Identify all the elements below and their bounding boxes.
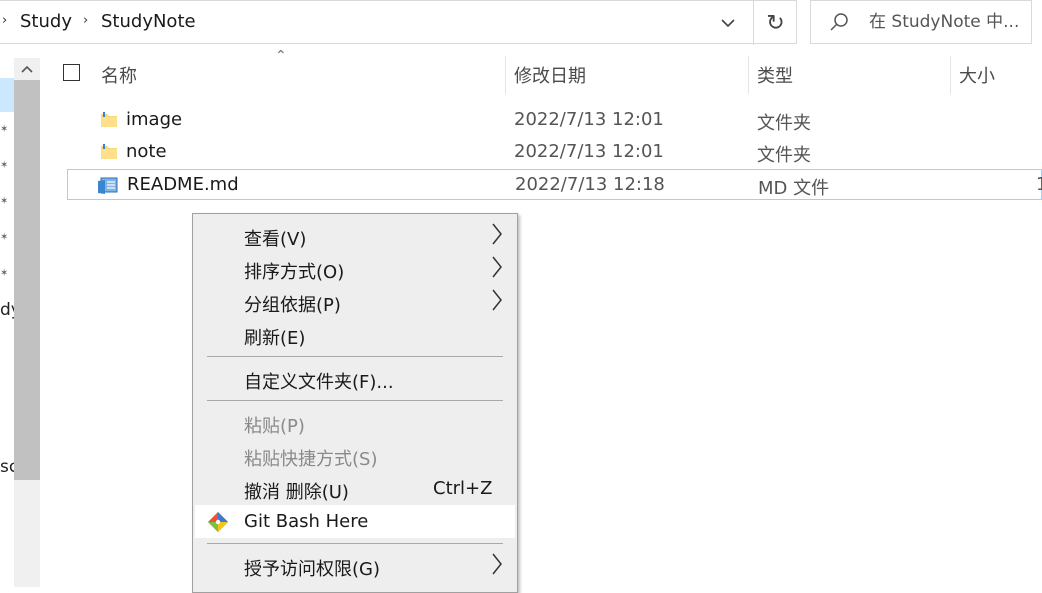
menu-item-label: 排序方式(O) (244, 262, 345, 283)
menu-item-paste-shortcut[interactable]: 粘贴快捷方式(S) (195, 439, 515, 472)
git-bash-icon (207, 511, 229, 533)
file-date: 2022/7/13 12:18 (515, 174, 665, 195)
breadcrumb-study[interactable]: Study (20, 11, 72, 32)
column-header-date[interactable]: 修改日期 (514, 62, 586, 88)
menu-item-sort[interactable]: 排序方式(O) (195, 252, 515, 285)
md-file-icon (97, 175, 118, 195)
file-type: 文件夹 (757, 145, 811, 166)
file-row-note[interactable]: note 2022/7/13 12:01 文件夹 (67, 137, 1042, 168)
search-box[interactable] (810, 0, 1032, 44)
menu-item-label: 粘贴快捷方式(S) (244, 449, 378, 470)
file-size: 1 (1036, 174, 1042, 195)
menu-item-label: 自定义文件夹(F)... (244, 372, 394, 393)
column-header-name[interactable]: 名称 (101, 62, 137, 88)
scroll-up-icon[interactable] (14, 58, 40, 80)
menu-item-refresh[interactable]: 刷新(E) (195, 318, 515, 351)
file-type: MD 文件 (758, 178, 830, 199)
menu-item-view[interactable]: 查看(V) (195, 219, 515, 252)
menu-separator (207, 400, 503, 401)
menu-item-grant-access[interactable]: 授予访问权限(G) (195, 549, 515, 582)
pin-icon: ✶ (0, 124, 9, 135)
menu-item-label: 粘贴(P) (244, 416, 305, 437)
refresh-icon[interactable]: ↻ (753, 1, 797, 45)
column-divider[interactable] (748, 56, 749, 94)
column-divider[interactable] (505, 56, 506, 94)
chevron-right-icon (491, 552, 503, 576)
menu-item-label: 查看(V) (244, 229, 307, 250)
search-icon (829, 12, 849, 32)
file-date: 2022/7/13 12:01 (514, 141, 664, 162)
breadcrumb-studynote[interactable]: StudyNote (101, 11, 196, 32)
address-bar[interactable]: › Study › StudyNote ↻ (0, 0, 797, 45)
column-header-type[interactable]: 类型 (757, 62, 793, 88)
pin-icon: ✶ (0, 268, 9, 279)
menu-separator (207, 543, 503, 544)
menu-item-label: 刷新(E) (244, 328, 306, 349)
breadcrumb-separator-icon[interactable]: › (2, 13, 7, 28)
select-all-checkbox[interactable] (63, 64, 80, 81)
file-type: 文件夹 (757, 113, 811, 134)
file-date: 2022/7/13 12:01 (514, 109, 664, 130)
pin-icon: ✶ (0, 196, 9, 207)
menu-item-label: Git Bash Here (244, 511, 369, 532)
pin-icon: ✶ (0, 232, 9, 243)
column-header-size[interactable]: 大小 (959, 62, 995, 88)
menu-item-undo-delete[interactable]: 撤消 删除(U) Ctrl+Z (195, 472, 515, 505)
menu-item-customize-folder[interactable]: 自定义文件夹(F)... (195, 362, 515, 395)
column-divider[interactable] (950, 56, 951, 94)
nav-scrollbar-thumb[interactable] (14, 80, 40, 480)
file-name[interactable]: README.md (127, 174, 239, 195)
file-name[interactable]: image (126, 109, 182, 130)
chevron-right-icon (491, 288, 503, 312)
sort-ascending-icon: ⌃ (275, 48, 287, 64)
menu-item-label: 分组依据(P) (244, 295, 341, 316)
breadcrumb-separator-icon[interactable]: › (83, 13, 88, 28)
chevron-right-icon (491, 222, 503, 246)
menu-item-label: 撤消 删除(U) (244, 482, 349, 503)
file-row-image[interactable]: image 2022/7/13 12:01 文件夹 (67, 105, 1042, 136)
menu-item-paste[interactable]: 粘贴(P) (195, 406, 515, 439)
menu-item-git-bash-here[interactable]: Git Bash Here (195, 505, 515, 538)
pin-icon: ✶ (0, 160, 9, 171)
nav-pane-selection[interactable] (0, 78, 14, 112)
chevron-down-icon[interactable] (712, 9, 744, 37)
file-name[interactable]: note (126, 141, 167, 162)
file-row-readme[interactable]: README.md 2022/7/13 12:18 MD 文件 1 (67, 169, 1042, 200)
folder-icon (99, 110, 119, 130)
menu-item-label: 授予访问权限(G) (244, 559, 380, 580)
menu-item-group[interactable]: 分组依据(P) (195, 285, 515, 318)
menu-item-shortcut: Ctrl+Z (433, 478, 493, 499)
folder-icon (99, 142, 119, 162)
menu-separator (207, 356, 503, 357)
context-menu: 查看(V) 排序方式(O) 分组依据(P) 刷新(E) 自定义文件夹(F)...… (192, 213, 518, 593)
chevron-right-icon (491, 255, 503, 279)
search-input[interactable] (869, 1, 1029, 43)
